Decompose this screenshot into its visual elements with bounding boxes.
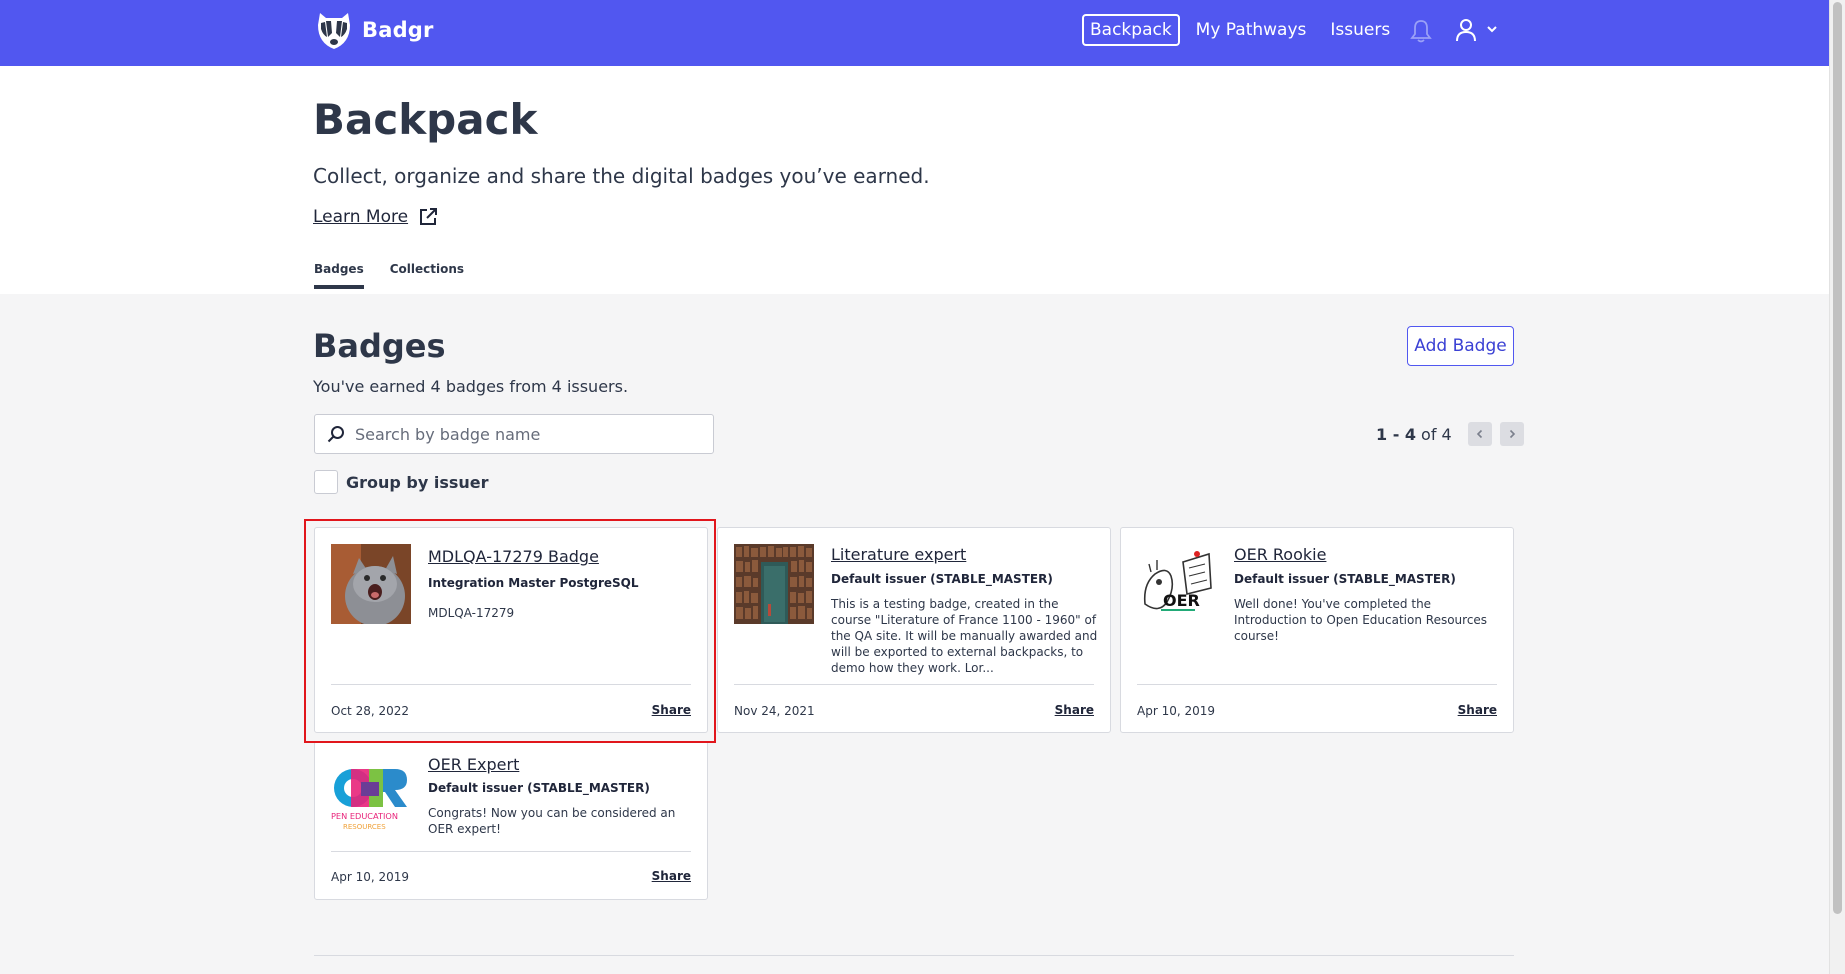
group-by-issuer-label: Group by issuer [346,472,489,492]
badge-image-oer-logo: PEN EDUCATION RESOURCES [331,758,411,838]
badge-image-oer-sketch: OER [1137,544,1217,624]
brand-name: Badgr [362,18,434,42]
external-link-icon [420,208,438,225]
card-divider [331,851,691,852]
share-link[interactable]: Share [1458,703,1497,717]
bookshelf-door-icon [734,544,814,624]
chevron-right-icon [1509,429,1515,439]
share-link[interactable]: Share [1055,703,1094,717]
badge-image-cat [331,544,411,624]
add-badge-button[interactable]: Add Badge [1407,326,1514,366]
oer-logo-icon: PEN EDUCATION RESOURCES [331,758,411,838]
badge-date: Apr 10, 2019 [331,870,410,884]
tab-bar: Badges Collections [314,262,464,289]
section-title: Badges [313,327,446,365]
user-icon[interactable] [1454,18,1478,42]
badge-title-link[interactable]: Literature expert [831,545,966,564]
badge-issuer: Integration Master PostgreSQL [428,576,639,590]
pagination: 1 - 4 of 4 [1376,422,1524,446]
badge-description: Well done! You've completed the Introduc… [1234,597,1488,643]
group-by-issuer-checkbox[interactable] [314,470,338,494]
prev-page-button[interactable] [1467,422,1492,446]
card-divider [1137,684,1497,685]
next-page-button[interactable] [1499,422,1524,446]
nav-issuers-link[interactable]: Issuers [1330,20,1390,40]
badge-issuer: Default issuer (STABLE_MASTER) [831,572,1053,586]
footer-divider [314,955,1514,956]
oer-sketch-icon: OER [1137,544,1217,624]
badge-card[interactable]: PEN EDUCATION RESOURCES OER Expert Defau… [314,741,708,900]
search-input[interactable] [355,424,695,444]
badge-date: Nov 24, 2021 [734,704,815,718]
scrollbar-thumb[interactable] [1833,2,1842,914]
chevron-left-icon [1476,429,1482,439]
share-link[interactable]: Share [652,703,691,717]
badge-card[interactable]: OER OER Rookie Default issuer (STABLE_MA… [1120,527,1514,733]
badger-logo-icon [318,13,350,49]
top-navbar: Badgr Backpack My Pathways Issuers [0,0,1829,66]
badge-description: Congrats! Now you can be considered an O… [428,806,676,836]
page-title: Backpack [313,95,538,144]
badge-description: MDLQA-17279 [428,606,515,620]
learn-more-link[interactable]: Learn More [313,207,438,227]
oer-logo-line1: PEN EDUCATION [331,811,398,821]
tab-badges[interactable]: Badges [314,262,364,289]
brand-logo[interactable]: Badgr [314,9,434,51]
tab-collections[interactable]: Collections [390,262,464,289]
badge-description: This is a testing badge, created in the … [831,597,1098,675]
learn-more-label: Learn More [313,207,409,227]
chevron-down-icon[interactable] [1486,24,1498,34]
card-divider [734,684,1094,685]
cat-photo-icon [331,544,411,624]
search-icon [327,426,344,443]
badge-image-bookshelf [734,544,814,624]
card-divider [331,684,691,685]
pager-total: of 4 [1421,424,1452,444]
badge-issuer: Default issuer (STABLE_MASTER) [1234,572,1456,586]
badge-title-link[interactable]: MDLQA-17279 Badge [428,547,599,566]
nav-pathways-link[interactable]: My Pathways [1196,20,1307,40]
badge-card[interactable]: MDLQA-17279 Badge Integration Master Pos… [314,527,708,733]
badge-date: Apr 10, 2019 [1137,704,1216,718]
badges-summary: You've earned 4 badges from 4 issuers. [313,377,629,396]
share-link[interactable]: Share [652,869,691,883]
main-nav: Backpack My Pathways Issuers [1082,14,1390,46]
badge-title-link[interactable]: OER Expert [428,755,519,774]
badge-date: Oct 28, 2022 [331,704,409,718]
pager-range: 1 - 4 [1376,424,1417,444]
search-box [314,414,714,454]
svg-text:OER: OER [1163,591,1200,610]
bell-icon[interactable] [1410,19,1432,43]
badge-issuer: Default issuer (STABLE_MASTER) [428,781,650,795]
vertical-scrollbar[interactable] [1829,0,1845,974]
badge-title-link[interactable]: OER Rookie [1234,545,1326,564]
oer-logo-line2: RESOURCES [343,823,386,831]
group-by-issuer[interactable]: Group by issuer [314,470,489,494]
page-subtitle: Collect, organize and share the digital … [313,164,930,188]
badge-card[interactable]: Literature expert Default issuer (STABLE… [717,527,1111,733]
nav-backpack-link[interactable]: Backpack [1082,14,1180,46]
